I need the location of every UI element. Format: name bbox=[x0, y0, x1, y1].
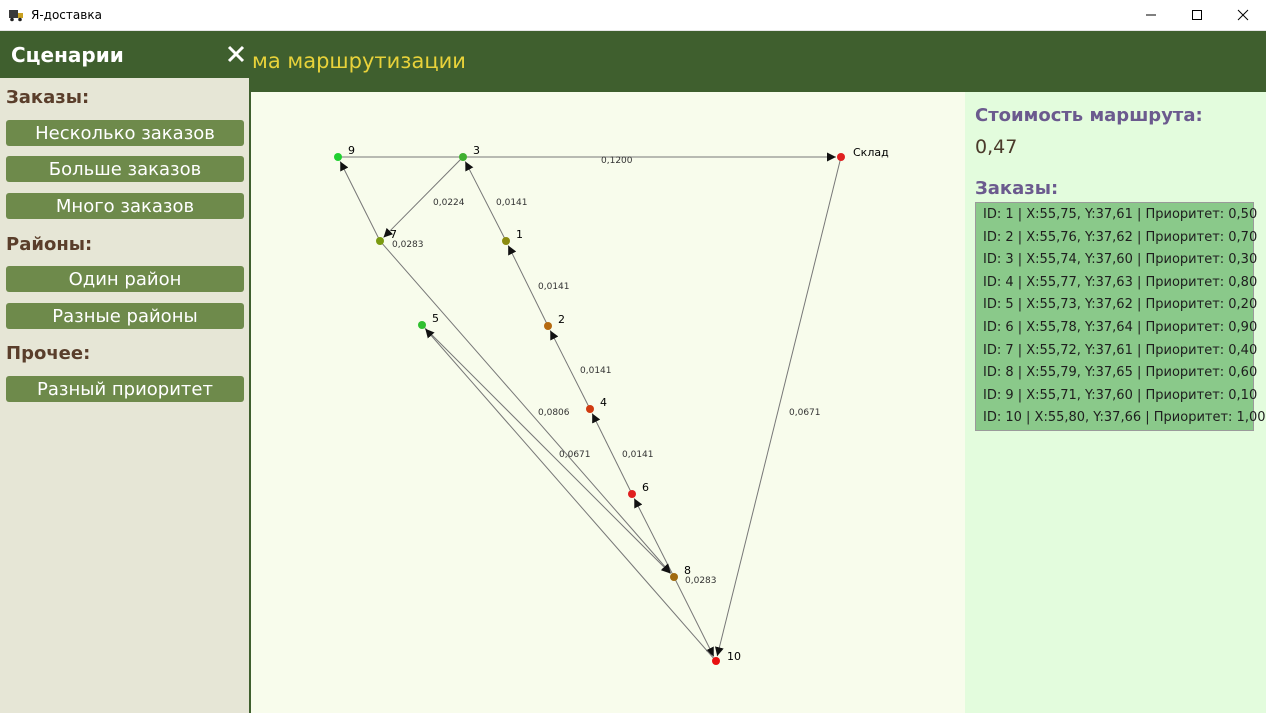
node-label: 6 bbox=[642, 481, 649, 494]
route-graph: 0,1200 0,0224 0,0141 0,0141 0,0141 0,0141 0,08… bbox=[334, 144, 889, 665]
route-edge bbox=[673, 576, 715, 657]
scenario-button-different-priority[interactable]: Разный приоритет bbox=[6, 376, 244, 402]
close-window-button[interactable] bbox=[1220, 0, 1266, 30]
list-item[interactable]: ID: 9 | X:55,71, Y:37,60 | Приоритет: 0,… bbox=[983, 388, 1257, 403]
list-item[interactable]: ID: 8 | X:55,79, Y:37,65 | Приоритет: 0,… bbox=[983, 365, 1257, 380]
list-item[interactable]: ID: 6 | X:55,78, Y:37,64 | Приоритет: 0,… bbox=[983, 320, 1257, 335]
order-node bbox=[418, 321, 426, 329]
route-edge bbox=[715, 156, 842, 657]
node-label: 9 bbox=[348, 144, 355, 157]
maximize-button[interactable] bbox=[1174, 0, 1220, 30]
edge-cost-label: 0,0141 bbox=[496, 198, 528, 208]
sidebar-header: Сценарии bbox=[0, 31, 249, 78]
route-map: 0,1200 0,0224 0,0141 0,0141 0,0141 0,0141 0,08… bbox=[251, 92, 965, 713]
close-icon bbox=[227, 45, 245, 63]
close-sidebar-button[interactable] bbox=[224, 41, 248, 67]
section-label-districts: Районы: bbox=[6, 234, 93, 255]
maximize-icon bbox=[1192, 10, 1202, 20]
sidebar-title: Сценарии bbox=[11, 43, 124, 67]
order-node bbox=[628, 490, 636, 498]
warehouse-node bbox=[837, 153, 845, 161]
edge-cost-label: 0,0224 bbox=[433, 198, 465, 208]
node-label: 5 bbox=[432, 312, 439, 325]
order-node bbox=[459, 153, 467, 161]
node-label: 3 bbox=[473, 144, 480, 157]
section-label-other: Прочее: bbox=[6, 343, 91, 364]
scenarios-sidebar: Сценарии Заказы: Несколько заказов Больш… bbox=[0, 31, 251, 713]
orders-list[interactable]: ID: 1 | X:55,75, Y:37,61 | Приоритет: 0,… bbox=[975, 202, 1266, 431]
node-label: 4 bbox=[600, 396, 607, 409]
list-item[interactable]: ID: 2 | X:55,76, Y:37,62 | Приоритет: 0,… bbox=[983, 230, 1257, 245]
order-node bbox=[334, 153, 342, 161]
list-item[interactable]: ID: 4 | X:55,77, Y:37,63 | Приоритет: 0,… bbox=[983, 275, 1257, 290]
window-titlebar: Я-доставка bbox=[0, 0, 1266, 31]
edge-cost-label: 0,0806 bbox=[538, 408, 570, 418]
node-label: 2 bbox=[558, 313, 565, 326]
edge-cost-label: 0,0141 bbox=[622, 450, 654, 460]
scenario-button-one-district[interactable]: Один район bbox=[6, 266, 244, 292]
list-item[interactable]: ID: 10 | X:55,80, Y:37,66 | Приоритет: 1… bbox=[983, 410, 1266, 425]
edge-cost-label: 0,0141 bbox=[580, 366, 612, 376]
scenario-button-few-orders[interactable]: Несколько заказов bbox=[6, 120, 244, 146]
list-item[interactable]: ID: 7 | X:55,72, Y:37,61 | Приоритет: 0,… bbox=[983, 343, 1257, 358]
scenario-button-many-orders[interactable]: Много заказов bbox=[6, 193, 244, 219]
minimize-icon bbox=[1146, 14, 1156, 16]
order-node bbox=[670, 573, 678, 581]
route-cost-value: 0,47 bbox=[975, 136, 1018, 158]
order-node bbox=[502, 237, 510, 245]
route-edge bbox=[379, 240, 672, 574]
scenario-button-more-orders[interactable]: Больше заказов bbox=[6, 156, 244, 182]
close-icon bbox=[1237, 9, 1249, 21]
route-edge bbox=[339, 161, 381, 242]
node-label: 10 bbox=[727, 650, 741, 663]
order-node bbox=[544, 322, 552, 330]
edge-cost-label: 0,0141 bbox=[538, 282, 570, 292]
truck-icon bbox=[9, 10, 23, 22]
node-label: 8 bbox=[684, 564, 691, 577]
section-label-orders: Заказы: bbox=[6, 87, 90, 108]
minimize-button[interactable] bbox=[1128, 0, 1174, 30]
list-item[interactable]: ID: 1 | X:55,75, Y:37,61 | Приоритет: 0,… bbox=[983, 207, 1257, 222]
route-cost-title: Стоимость маршрута: bbox=[975, 105, 1203, 126]
node-label: 1 bbox=[516, 228, 523, 241]
info-panel: Стоимость маршрута: 0,47 Заказы: ID: 1 |… bbox=[965, 92, 1266, 713]
edge-cost-label: 0,0283 bbox=[392, 240, 424, 250]
node-label: 7 bbox=[390, 228, 397, 241]
edge-cost-label: 0,0671 bbox=[789, 408, 821, 418]
scenario-button-different-districts[interactable]: Разные районы bbox=[6, 303, 244, 329]
edge-cost-label: 0,0283 bbox=[685, 576, 717, 586]
order-node bbox=[586, 405, 594, 413]
route-edge bbox=[424, 328, 717, 662]
window-title: Я-доставка bbox=[31, 8, 102, 22]
list-item[interactable]: ID: 3 | X:55,74, Y:37,60 | Приоритет: 0,… bbox=[983, 252, 1257, 267]
order-node bbox=[712, 657, 720, 665]
order-node bbox=[376, 237, 384, 245]
edge-cost-label: 0,1200 bbox=[601, 156, 633, 166]
list-item[interactable]: ID: 5 | X:55,73, Y:37,62 | Приоритет: 0,… bbox=[983, 297, 1257, 312]
orders-title: Заказы: bbox=[975, 178, 1059, 199]
edge-cost-label: 0,0671 bbox=[559, 450, 591, 460]
node-label: Склад bbox=[853, 146, 889, 159]
page-title: ма маршрутизации bbox=[252, 49, 466, 73]
